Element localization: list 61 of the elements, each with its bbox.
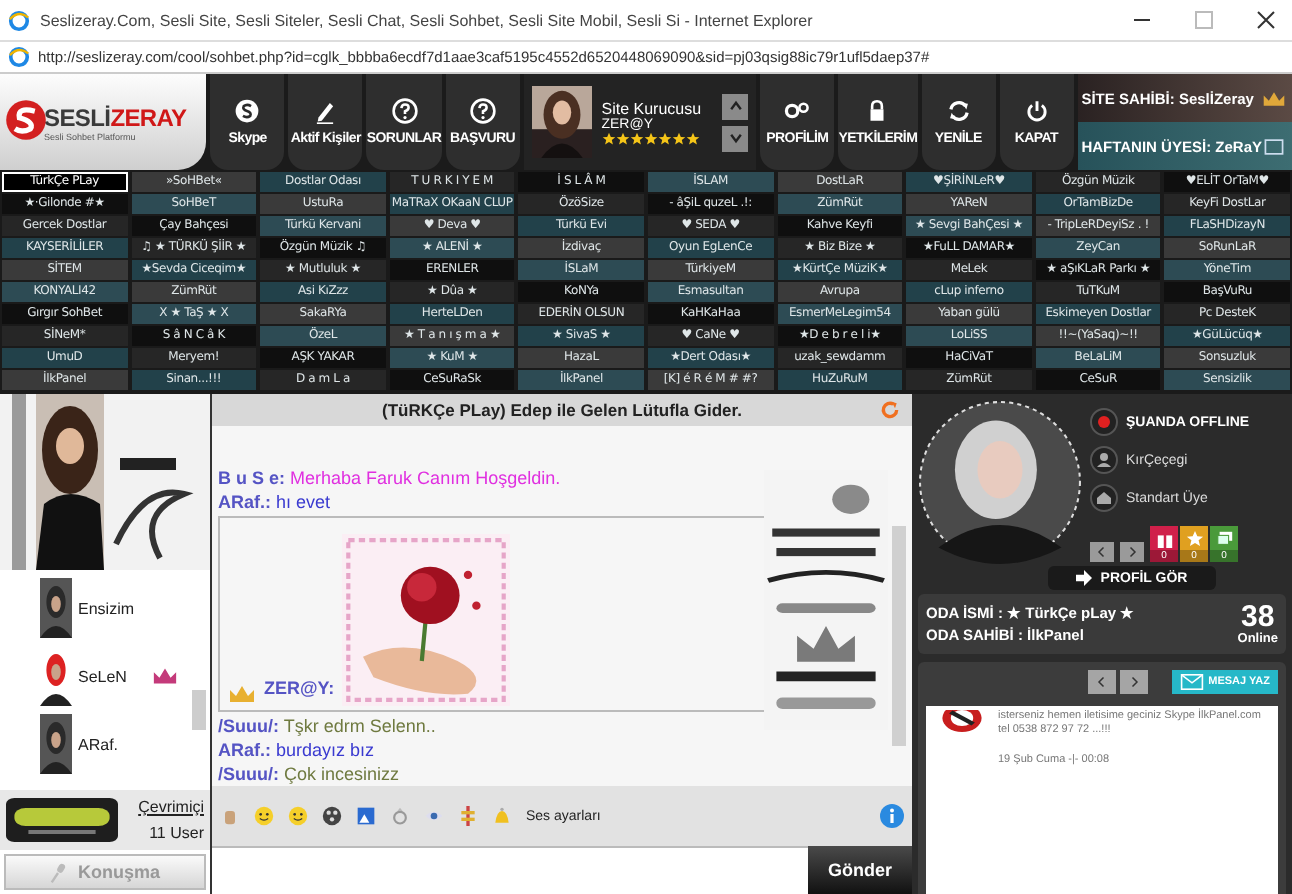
smiley-icon[interactable] bbox=[254, 806, 274, 826]
user-item[interactable]: SeLeN bbox=[0, 642, 210, 710]
nickname: ZER@Y: bbox=[264, 678, 335, 698]
eye-icon[interactable] bbox=[424, 806, 444, 826]
send-button[interactable]: Gönder bbox=[808, 846, 912, 894]
logo-icon bbox=[4, 98, 48, 142]
arrow-right-icon bbox=[1076, 570, 1093, 586]
browser-icon bbox=[8, 9, 30, 31]
chevron-left-icon bbox=[1096, 676, 1109, 688]
room-topic: (TüRKÇe PLay) Edep ile Gelen Lütufla Gider. bbox=[382, 400, 742, 420]
film-reel-icon[interactable] bbox=[322, 806, 342, 826]
online-link[interactable]: Çevrimiçi bbox=[138, 798, 204, 816]
close-icon bbox=[1256, 10, 1276, 30]
chevron-down-icon bbox=[727, 130, 744, 146]
user-count: 11 User bbox=[149, 824, 204, 842]
previous-button[interactable] bbox=[1090, 542, 1114, 562]
pencil-icon bbox=[312, 98, 339, 124]
founder-role: Site Kurucusu bbox=[601, 99, 704, 117]
gift-icon bbox=[1155, 530, 1173, 548]
envelope-icon bbox=[1180, 674, 1205, 690]
next-button[interactable] bbox=[1120, 670, 1149, 694]
scrollbar[interactable] bbox=[892, 526, 906, 746]
user-icon bbox=[1090, 446, 1118, 474]
chevron-right-icon bbox=[1126, 546, 1138, 558]
status-icon bbox=[1090, 408, 1118, 436]
crown-icon bbox=[228, 682, 256, 706]
scroll-down-button[interactable] bbox=[722, 125, 749, 151]
next-button[interactable] bbox=[1120, 542, 1144, 562]
refresh-icon[interactable] bbox=[880, 400, 900, 420]
chevron-right-icon bbox=[1128, 676, 1141, 688]
online-count: 38 bbox=[1241, 602, 1275, 632]
ring-icon[interactable] bbox=[390, 806, 410, 826]
image-icon[interactable] bbox=[356, 806, 376, 826]
skype-icon bbox=[234, 98, 261, 124]
chevron-up-icon bbox=[727, 98, 744, 114]
chat-message: ARaf.: hı evet bbox=[218, 490, 333, 514]
browser-icon bbox=[8, 46, 30, 68]
star-icon bbox=[1185, 530, 1203, 548]
info-icon[interactable] bbox=[880, 804, 904, 828]
help-icon bbox=[391, 98, 418, 124]
chat-message: /Suuu/: Çok incesinizz bbox=[218, 762, 402, 786]
power-icon bbox=[1023, 98, 1050, 124]
smiley-icon[interactable] bbox=[288, 806, 308, 826]
chevron-left-icon bbox=[1096, 546, 1108, 558]
square-icon bbox=[1194, 10, 1214, 30]
chat-message: /Suuu/: Tşkr edrm Selenn.. bbox=[218, 714, 438, 738]
house-icon bbox=[1090, 484, 1118, 512]
user-item[interactable]: ARaf. bbox=[0, 710, 210, 778]
microphone-icon bbox=[49, 861, 66, 883]
chat-message: B u S e: Merhaba Faruk Canım Hoşgeldin. bbox=[218, 466, 563, 490]
crown-icon bbox=[1262, 89, 1286, 107]
help-icon bbox=[469, 98, 496, 124]
scrollbar[interactable] bbox=[192, 690, 206, 730]
previous-button[interactable] bbox=[1088, 670, 1117, 694]
chat-icon bbox=[1215, 530, 1233, 548]
chat-message: ARaf.: burdayız bız bbox=[218, 738, 377, 762]
gears-icon bbox=[784, 98, 811, 124]
window-title: Seslizeray.Com, Sesli Site, Sesli Siteler, Sesli Chat, Sesli Sohbet, Sesli Site Mobil, Sesli Si - Internet Explorer bbox=[40, 11, 815, 29]
user-item[interactable]: Ensizim bbox=[0, 574, 210, 642]
scroll-up-button[interactable] bbox=[722, 93, 749, 119]
refresh-icon bbox=[945, 98, 972, 124]
